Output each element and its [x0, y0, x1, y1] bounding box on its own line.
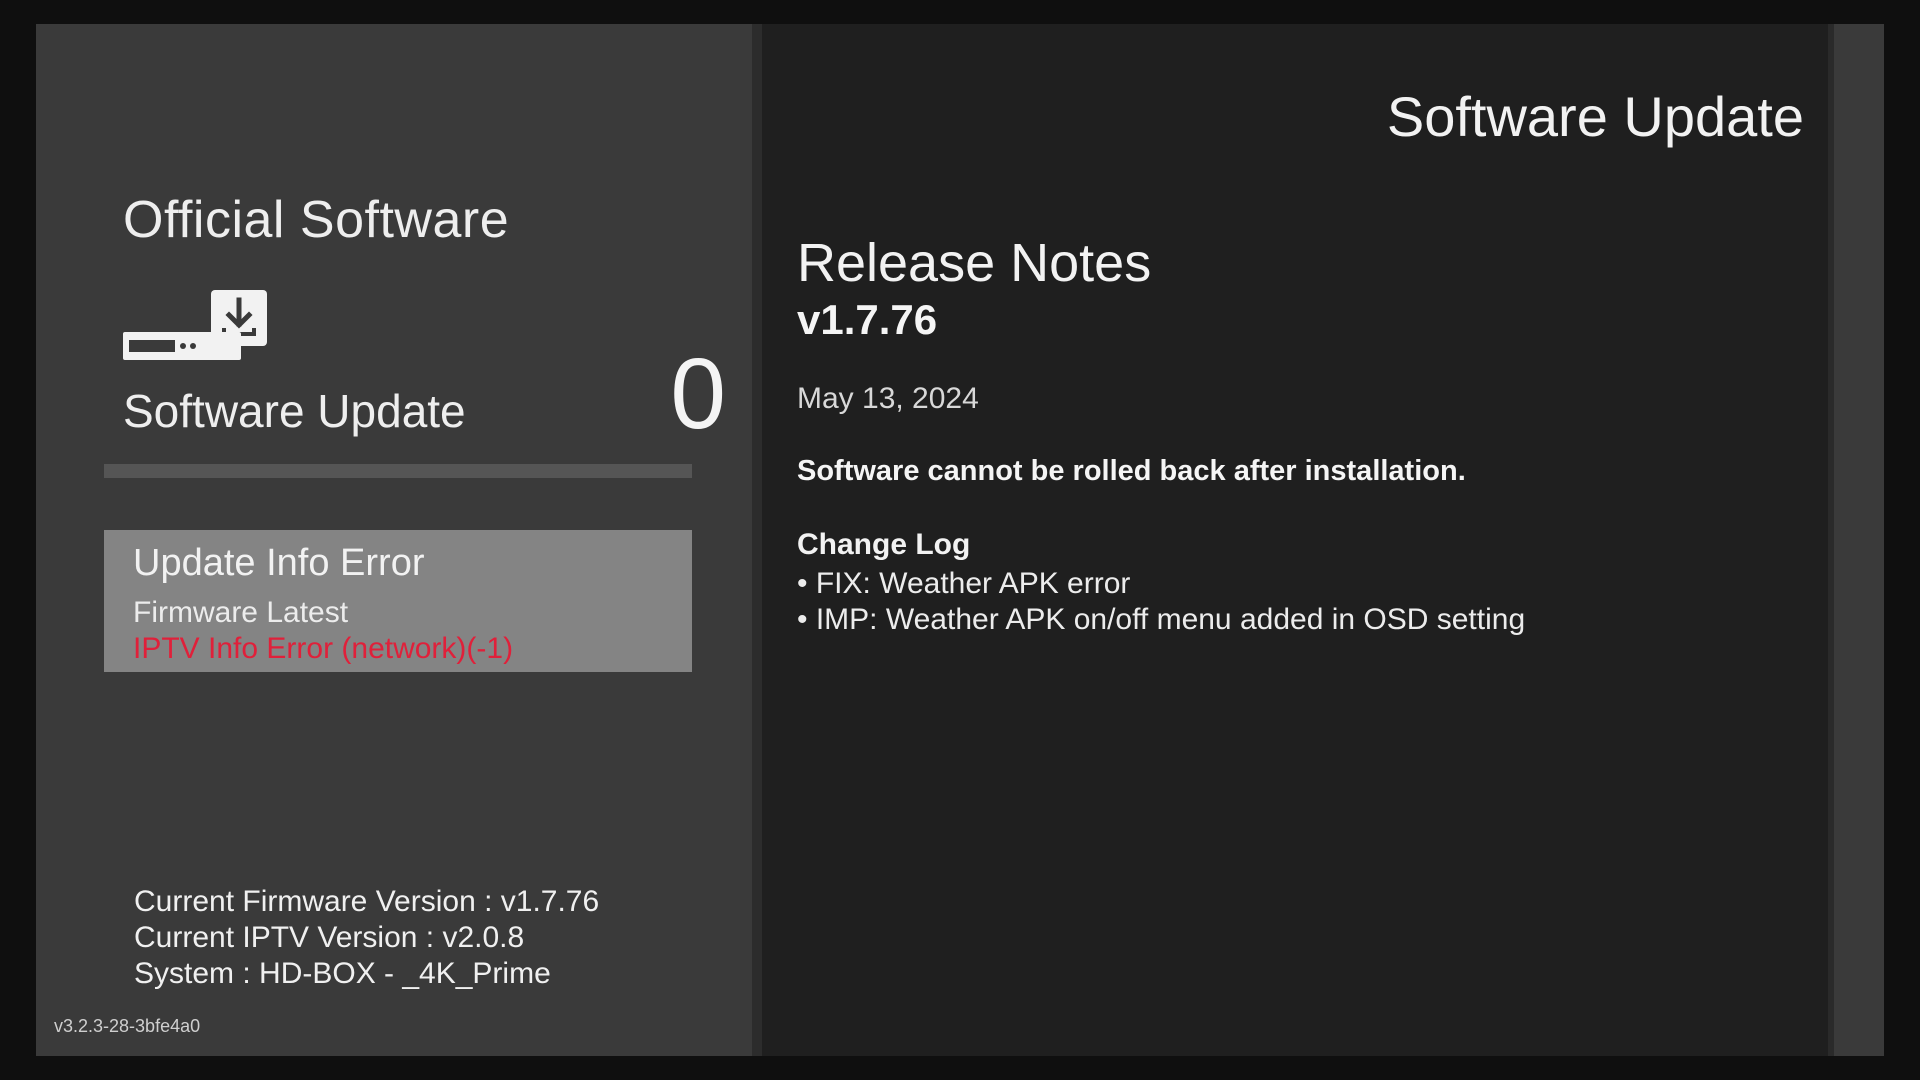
current-iptv-version: Current IPTV Version : v2.0.8: [134, 921, 525, 954]
update-status-card[interactable]: Update Info Error Firmware Latest IPTV I…: [104, 530, 692, 672]
screen-frame: Official Software Software Update 0 Upda…: [36, 24, 1884, 1056]
system-info: Current Firmware Version : v1.7.76 Curre…: [134, 884, 599, 992]
release-version: v1.7.76: [797, 296, 938, 343]
release-notes-heading: Release Notes: [797, 233, 1152, 293]
firmware-status: Firmware Latest: [133, 596, 349, 629]
current-firmware-version: Current Firmware Version : v1.7.76: [134, 885, 600, 918]
changelog-item: • FIX: Weather APK error: [797, 567, 1131, 600]
release-date: May 13, 2024: [797, 382, 979, 415]
left-panel: Official Software Software Update 0 Upda…: [36, 24, 752, 1056]
set-top-box-download-icon: [123, 290, 267, 360]
changelog-title: Change Log: [797, 528, 971, 561]
rollback-warning: Software cannot be rolled back after ins…: [797, 455, 1466, 487]
software-update-label: Software Update: [123, 385, 466, 437]
right-edge-strip: [1834, 24, 1884, 1056]
status-title: Update Info Error: [133, 542, 425, 584]
build-version-tag: v3.2.3-28-3bfe4a0: [54, 1016, 201, 1036]
iptv-error-status: IPTV Info Error (network)(-1): [133, 632, 514, 665]
changelog-item: • IMP: Weather APK on/off menu added in …: [797, 603, 1526, 636]
changelog-list: • FIX: Weather APK error • IMP: Weather …: [797, 566, 1525, 638]
update-count: 0: [670, 338, 726, 450]
panel-divider: [752, 24, 762, 1056]
update-progress-bar: [104, 464, 692, 478]
system-name: System : HD-BOX - _4K_Prime: [134, 957, 551, 990]
page-title: Software Update: [1386, 85, 1804, 148]
official-software-title: Official Software: [123, 191, 510, 249]
